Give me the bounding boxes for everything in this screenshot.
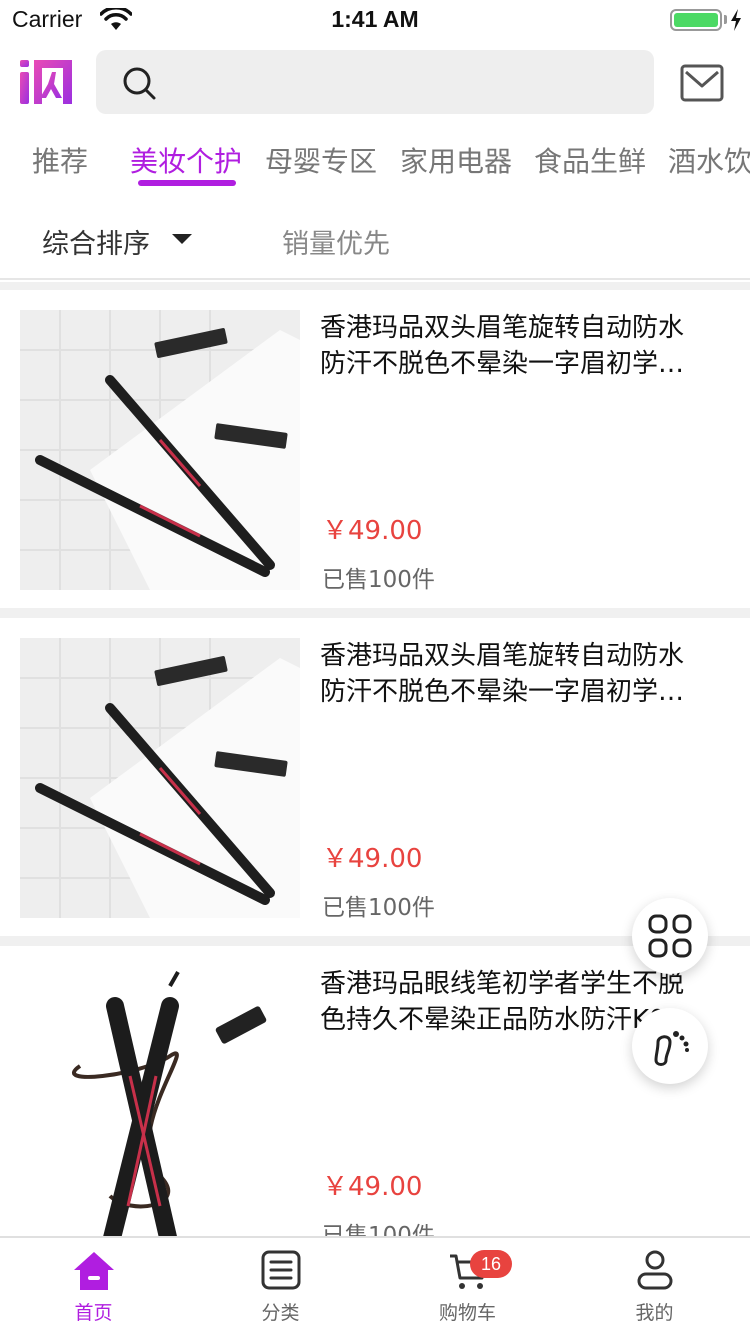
- product-title-line: 防汗不脱色不晕染一字眉初学…: [320, 677, 685, 707]
- tabbar-label: 我的: [635, 1302, 674, 1324]
- tabbar-item-category[interactable]: 分类: [187, 1238, 374, 1334]
- app-screen: Carrier 1:41 AM 推荐 美妆个护 母婴专区 家用电器 食品生鲜 酒…: [0, 0, 750, 1334]
- charging-icon: [731, 9, 741, 31]
- search-input[interactable]: [96, 50, 654, 114]
- product-title[interactable]: 香港玛品双头眉笔旋转自动防水 防汗不脱色不晕染一字眉初学…: [320, 638, 730, 710]
- tabbar-label: 购物车: [438, 1302, 496, 1324]
- tab-food[interactable]: 食品生鲜: [534, 140, 646, 180]
- grid-fab[interactable]: [632, 898, 708, 974]
- product-title-line: 防汗不脱色不晕染一字眉初学…: [320, 349, 685, 379]
- category-tabs: 推荐 美妆个护 母婴专区 家用电器 食品生鲜 酒水饮: [0, 136, 750, 196]
- tabbar-label: 分类: [261, 1302, 300, 1324]
- caret-down-icon[interactable]: [172, 234, 192, 244]
- product-price: ￥49.00: [322, 844, 423, 874]
- product-title-line: 香港玛品双头眉笔旋转自动防水: [320, 641, 685, 671]
- product-sold-count: 已售100件: [322, 895, 435, 921]
- product-card[interactable]: 香港玛品双头眉笔旋转自动防水 防汗不脱色不晕染一字眉初学… ￥49.00 已售1…: [0, 290, 750, 608]
- app-logo-icon[interactable]: [18, 54, 74, 110]
- product-title[interactable]: 香港玛品双头眉笔旋转自动防水 防汗不脱色不晕染一字眉初学…: [320, 310, 730, 382]
- clock-label: 1:41 AM: [331, 6, 419, 32]
- sort-bar: 综合排序 销量优先: [0, 200, 750, 280]
- battery-icon: [670, 9, 722, 31]
- sort-comprehensive[interactable]: 综合排序: [42, 222, 150, 261]
- footprint-icon: [654, 1031, 689, 1066]
- search-icon: [123, 67, 156, 100]
- user-icon: [637, 1250, 673, 1290]
- footprint-fab[interactable]: [632, 1008, 708, 1084]
- tab-appliances[interactable]: 家用电器: [400, 140, 512, 180]
- product-image[interactable]: [20, 966, 300, 1246]
- product-title-line: 香港玛品双头眉笔旋转自动防水: [320, 313, 685, 343]
- tabbar-item-home[interactable]: 首页: [0, 1238, 187, 1334]
- tabbar-item-cart[interactable]: 购物车: [374, 1238, 561, 1334]
- tabbar-item-mine[interactable]: 我的: [561, 1238, 748, 1334]
- tab-drinks[interactable]: 酒水饮: [668, 140, 750, 180]
- tab-baby[interactable]: 母婴专区: [265, 140, 377, 180]
- list-icon: [261, 1250, 301, 1290]
- active-tab-indicator: [138, 180, 236, 186]
- battery-cap: [724, 15, 727, 24]
- mail-icon[interactable]: [678, 58, 726, 106]
- product-image[interactable]: [20, 638, 300, 918]
- product-card[interactable]: 香港玛品眼线笔初学者学生不脱 色持久不晕染正品防水防汗K0… ￥49.00 已售…: [0, 946, 750, 1264]
- cart-badge: 16: [470, 1250, 512, 1278]
- product-card[interactable]: 香港玛品双头眉笔旋转自动防水 防汗不脱色不晕染一字眉初学… ￥49.00 已售1…: [0, 618, 750, 936]
- product-price: ￥49.00: [322, 1172, 423, 1202]
- tab-beauty[interactable]: 美妆个护: [130, 140, 242, 180]
- product-sold-count: 已售100件: [322, 567, 435, 593]
- product-image[interactable]: [20, 310, 300, 590]
- tabbar-label: 首页: [74, 1302, 113, 1324]
- sort-sales[interactable]: 销量优先: [282, 222, 390, 261]
- status-bar: Carrier 1:41 AM: [0, 0, 750, 40]
- divider: [0, 608, 750, 618]
- tab-recommend[interactable]: 推荐: [32, 140, 88, 180]
- grid-icon: [648, 914, 692, 958]
- bottom-tab-bar: 首页 分类 购物车 我的: [0, 1236, 750, 1334]
- home-icon: [74, 1252, 114, 1290]
- product-price: ￥49.00: [322, 516, 423, 546]
